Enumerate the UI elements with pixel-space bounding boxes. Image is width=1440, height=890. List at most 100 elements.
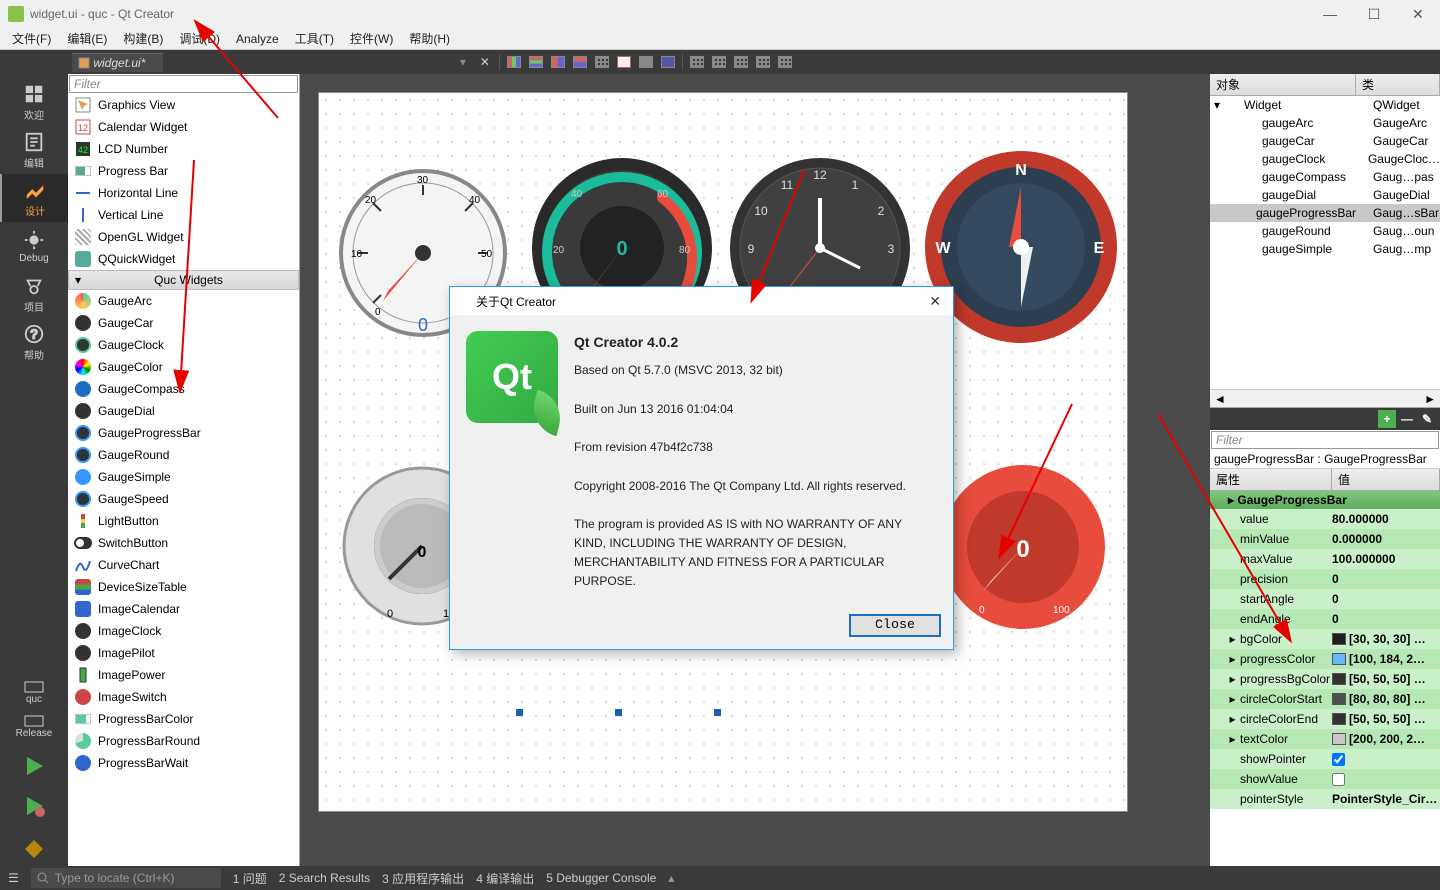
status-tab[interactable]: 1 问题 bbox=[233, 870, 267, 887]
object-row[interactable]: gaugeClockGaugeCloc… bbox=[1210, 150, 1440, 168]
widget-list[interactable]: Graphics View 12Calendar Widget 42LCD Nu… bbox=[68, 94, 299, 866]
menu-help[interactable]: 帮助(H) bbox=[401, 28, 458, 49]
status-tab[interactable]: 2 Search Results bbox=[279, 871, 370, 885]
scroll-h[interactable]: ◄► bbox=[1210, 389, 1440, 407]
dialog-titlebar[interactable]: 关于Qt Creator ✕ bbox=[450, 287, 953, 315]
grid-a-icon[interactable] bbox=[687, 52, 707, 72]
menu-tools[interactable]: 工具(T) bbox=[287, 28, 342, 49]
selection-handle[interactable] bbox=[714, 709, 721, 716]
window-minimize[interactable]: — bbox=[1308, 0, 1352, 28]
mode-help[interactable]: ?帮助 bbox=[0, 318, 68, 366]
property-row[interactable]: startAngle0 bbox=[1210, 589, 1440, 609]
property-row[interactable]: endAngle0 bbox=[1210, 609, 1440, 629]
prop-add-button[interactable]: + bbox=[1378, 410, 1396, 428]
prop-filter[interactable]: Filter bbox=[1211, 431, 1439, 449]
property-row[interactable]: showValue bbox=[1210, 769, 1440, 789]
grid-e-icon[interactable] bbox=[775, 52, 795, 72]
property-row[interactable]: ▸bgColor [30, 30, 30] … bbox=[1210, 629, 1440, 649]
close-button[interactable]: Close bbox=[849, 614, 941, 637]
mode-debug[interactable]: Debug bbox=[0, 222, 68, 270]
object-row[interactable]: gaugeProgressBarGaug…sBar bbox=[1210, 204, 1440, 222]
window-maximize[interactable]: ☐ bbox=[1352, 0, 1396, 28]
widget-item: DeviceSizeTable bbox=[68, 576, 299, 598]
mode-projects[interactable]: 项目 bbox=[0, 270, 68, 318]
property-row[interactable]: ▸circleColorStart [80, 80, 80] … bbox=[1210, 689, 1440, 709]
tb-close[interactable]: ✕ bbox=[475, 52, 495, 72]
layout-vsplit-icon[interactable] bbox=[570, 52, 590, 72]
layout-h-icon[interactable] bbox=[504, 52, 524, 72]
chevron-icon[interactable]: ▴ bbox=[668, 871, 674, 885]
svg-text:0: 0 bbox=[616, 238, 627, 260]
col-class[interactable]: 类 bbox=[1356, 74, 1440, 95]
build-button[interactable] bbox=[0, 826, 68, 866]
checkbox[interactable] bbox=[1332, 753, 1345, 766]
col-object[interactable]: 对象 bbox=[1210, 74, 1356, 95]
menu-debug[interactable]: 调试(D) bbox=[171, 28, 228, 49]
layout-grid-icon[interactable] bbox=[592, 52, 612, 72]
grid-c-icon[interactable] bbox=[731, 52, 751, 72]
kit-selector[interactable]: quc bbox=[0, 678, 68, 712]
window-close[interactable]: ✕ bbox=[1396, 0, 1440, 28]
status-tab[interactable]: 5 Debugger Console bbox=[546, 871, 656, 885]
widget-filter[interactable]: Filter bbox=[69, 75, 298, 93]
layout-hsplit-icon[interactable] bbox=[548, 52, 568, 72]
svg-text:60: 60 bbox=[657, 189, 669, 200]
debug-run-button[interactable] bbox=[0, 786, 68, 826]
property-row[interactable]: ▸progressBgColor [50, 50, 50] … bbox=[1210, 669, 1440, 689]
prop-remove-button[interactable]: — bbox=[1398, 410, 1416, 428]
col-prop[interactable]: 属性 bbox=[1210, 469, 1332, 490]
menu-file[interactable]: 文件(F) bbox=[4, 28, 59, 49]
widget-item: ImageSwitch bbox=[68, 686, 299, 708]
close-icon[interactable]: ✕ bbox=[923, 293, 947, 310]
property-row[interactable]: ▸progressColor [100, 184, 2… bbox=[1210, 649, 1440, 669]
selection-handle[interactable] bbox=[516, 709, 523, 716]
mode-welcome[interactable]: 欢迎 bbox=[0, 78, 68, 126]
property-row[interactable]: ▸circleColorEnd [50, 50, 50] … bbox=[1210, 709, 1440, 729]
grid-d-icon[interactable] bbox=[753, 52, 773, 72]
layout-form-icon[interactable] bbox=[614, 52, 634, 72]
property-row[interactable]: minValue0.000000 bbox=[1210, 529, 1440, 549]
grid-b-icon[interactable] bbox=[709, 52, 729, 72]
document-tab[interactable]: widget.ui* bbox=[72, 53, 163, 72]
object-row[interactable]: gaugeSimpleGaug…mp bbox=[1210, 240, 1440, 258]
menu-edit[interactable]: 编辑(E) bbox=[59, 28, 115, 49]
locator[interactable]: Type to locate (Ctrl+K) bbox=[31, 868, 221, 888]
mode-edit[interactable]: 编辑 bbox=[0, 126, 68, 174]
property-row[interactable]: showPointer bbox=[1210, 749, 1440, 769]
menu-widgets[interactable]: 控件(W) bbox=[342, 28, 401, 49]
layout-v-icon[interactable] bbox=[526, 52, 546, 72]
checkbox[interactable] bbox=[1332, 773, 1345, 786]
layout-break-icon[interactable] bbox=[636, 52, 656, 72]
svg-text:80: 80 bbox=[679, 245, 691, 256]
toggle-sidebar-icon[interactable]: ☰ bbox=[8, 871, 19, 885]
object-row[interactable]: gaugeCompassGaug…pas bbox=[1210, 168, 1440, 186]
object-row[interactable]: gaugeRoundGaug…oun bbox=[1210, 222, 1440, 240]
property-row[interactable]: value80.000000 bbox=[1210, 509, 1440, 529]
prop-category[interactable]: ▸ GaugeProgressBar bbox=[1210, 491, 1440, 509]
prop-tool-button[interactable]: ✎ bbox=[1418, 410, 1436, 428]
build-config[interactable]: Release bbox=[0, 712, 68, 746]
svg-text:0: 0 bbox=[418, 544, 427, 561]
object-row[interactable]: ▾WidgetQWidget bbox=[1210, 96, 1440, 114]
property-row[interactable]: precision0 bbox=[1210, 569, 1440, 589]
category-quc[interactable]: ▾Quc Widgets bbox=[68, 270, 299, 290]
object-row[interactable]: gaugeDialGaugeDial bbox=[1210, 186, 1440, 204]
status-tab[interactable]: 4 编译输出 bbox=[476, 870, 534, 887]
object-row[interactable]: gaugeCarGaugeCar bbox=[1210, 132, 1440, 150]
property-row[interactable]: maxValue100.000000 bbox=[1210, 549, 1440, 569]
run-button[interactable] bbox=[0, 746, 68, 786]
menu-analyze[interactable]: Analyze bbox=[228, 30, 287, 48]
object-row[interactable]: gaugeArcGaugeArc bbox=[1210, 114, 1440, 132]
svg-text:0: 0 bbox=[375, 307, 381, 318]
property-row[interactable]: pointerStylePointerStyle_Cir… bbox=[1210, 789, 1440, 809]
menu-build[interactable]: 构建(B) bbox=[115, 28, 171, 49]
selection-handle[interactable] bbox=[615, 709, 622, 716]
layout-adjust-icon[interactable] bbox=[658, 52, 678, 72]
tb-back[interactable]: ▾ bbox=[453, 52, 473, 72]
svg-text:2: 2 bbox=[878, 204, 885, 218]
mode-design[interactable]: 设计 bbox=[0, 174, 68, 222]
status-tab[interactable]: 3 应用程序输出 bbox=[382, 870, 464, 887]
gauge-simple-widget[interactable]: 0 0100 bbox=[933, 457, 1113, 637]
property-row[interactable]: ▸textColor [200, 200, 2… bbox=[1210, 729, 1440, 749]
col-val[interactable]: 值 bbox=[1332, 469, 1440, 490]
